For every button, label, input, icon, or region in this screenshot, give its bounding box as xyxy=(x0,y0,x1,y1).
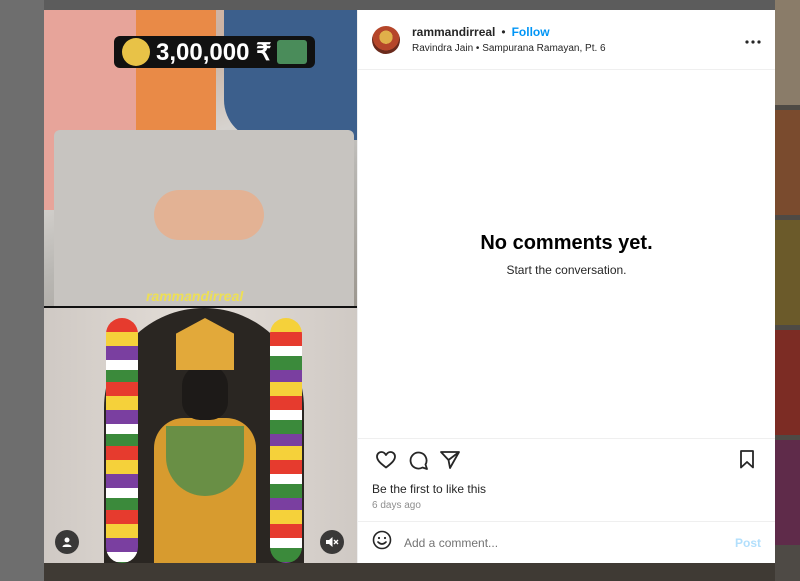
background-feed-bottom xyxy=(44,563,775,581)
emoji-button[interactable] xyxy=(372,530,392,555)
audio-attribution[interactable]: Ravindra Jain • Sampurana Ramayan, Pt. 6 xyxy=(412,43,606,54)
more-horizontal-icon xyxy=(745,40,761,44)
background-feed-top xyxy=(44,0,775,10)
video-watermark: rammandirreal xyxy=(146,288,244,304)
speaker-muted-icon xyxy=(326,537,339,547)
video-frame-bottom xyxy=(44,308,357,563)
video-frame-top: 3,00,000 ₹ rammandirreal xyxy=(44,10,357,306)
background-feed-right xyxy=(775,0,800,581)
amount-banner: 3,00,000 ₹ xyxy=(114,36,316,68)
comment-composer: Post xyxy=(358,521,775,563)
separator-dot: • xyxy=(501,25,506,39)
comment-button[interactable] xyxy=(402,444,434,476)
post-timestamp[interactable]: 6 days ago xyxy=(358,496,775,511)
background-feed-left xyxy=(0,0,44,581)
empty-comments-title: No comments yet. xyxy=(480,231,653,254)
empty-comments-subtitle: Start the conversation. xyxy=(506,262,627,277)
money-with-wings-icon xyxy=(277,40,308,64)
mute-button[interactable] xyxy=(320,530,344,554)
action-bar xyxy=(358,438,775,480)
heart-icon xyxy=(376,450,396,468)
post-modal: 3,00,000 ₹ rammandirreal rammandirreal •… xyxy=(44,10,775,563)
follow-button[interactable]: Follow xyxy=(512,25,550,39)
post-media[interactable]: 3,00,000 ₹ rammandirreal xyxy=(44,10,357,563)
post-info-panel: rammandirreal • Follow Ravindra Jain • S… xyxy=(357,10,775,563)
likes-text[interactable]: Be the first to like this xyxy=(358,480,775,496)
tagged-users-button[interactable] xyxy=(55,530,79,554)
post-header: rammandirreal • Follow Ravindra Jain • S… xyxy=(358,10,775,70)
comment-icon xyxy=(409,451,428,470)
avatar[interactable] xyxy=(372,25,400,54)
username-link[interactable]: rammandirreal xyxy=(412,25,495,39)
user-icon xyxy=(62,537,72,547)
bookmark-icon xyxy=(740,450,754,469)
like-button[interactable] xyxy=(370,444,402,476)
send-icon xyxy=(440,450,460,469)
banner-amount: 3,00,000 ₹ xyxy=(156,38,272,66)
comments-section: No comments yet. Start the conversation. xyxy=(358,70,775,438)
comment-input[interactable] xyxy=(404,535,735,550)
save-button[interactable] xyxy=(731,444,763,476)
more-options-button[interactable] xyxy=(745,32,761,48)
emoji-icon xyxy=(372,530,392,550)
shocked-emoji-icon xyxy=(122,38,150,66)
share-button[interactable] xyxy=(434,444,466,476)
post-comment-button[interactable]: Post xyxy=(735,536,761,550)
